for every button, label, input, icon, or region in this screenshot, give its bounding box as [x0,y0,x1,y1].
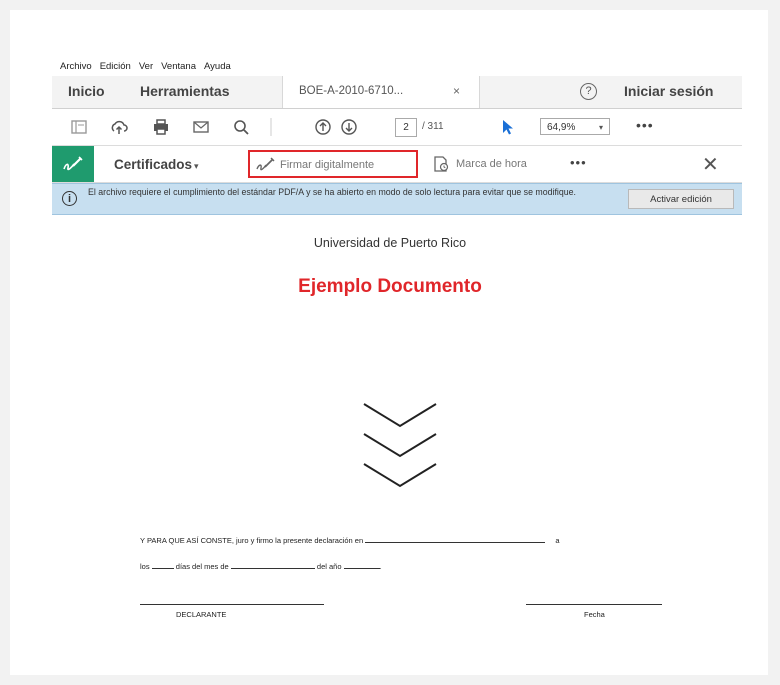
firmar-digitalmente-button[interactable]: Firmar digitalmente [248,150,418,178]
line2-period: . [379,562,382,571]
document-title: Ejemplo Documento [298,276,482,297]
pdfa-info-bar: i El archivo requiere el cumplimiento de… [52,183,742,215]
firmar-label: Firmar digitalmente [280,159,375,171]
declarante-signature-line [140,604,324,605]
certificados-label: Certificados [114,157,193,172]
email-icon[interactable] [192,118,210,136]
tab-inicio[interactable]: Inicio [68,83,105,99]
line2-dias: días del mes de [175,562,229,571]
tab-close-icon[interactable]: × [453,84,460,98]
signin-button[interactable]: Iniciar sesión [624,83,713,99]
chevron-down-icon: ▾ [194,161,199,171]
sign-pen-icon [256,157,275,171]
menu-ayuda[interactable]: Ayuda [204,61,231,72]
line2-ano: del año [316,562,342,571]
declaration-text: Y PARA QUE ASÍ CONSTE, juro y firmo la p… [140,536,364,545]
line2-los: los [140,562,150,571]
print-icon[interactable] [152,118,170,136]
search-icon[interactable] [232,118,250,136]
close-icon[interactable]: ✕ [702,152,719,177]
chevron-down-icon [363,403,437,488]
zoom-value: 64,9% [547,122,576,133]
toolbar-divider [270,118,272,136]
page-total: / 311 [422,121,444,132]
tab-bar: Inicio Herramientas BOE-A-2010-6710... ×… [52,76,742,109]
year-blank [343,560,380,569]
chevron-down-icon: ▾ [598,123,603,132]
more-options-button[interactable]: ••• [570,155,587,170]
menu-bar: Archivo Edición Ver Ventana Ayuda [52,58,750,75]
menu-ver[interactable]: Ver [139,61,153,72]
info-message: El archivo requiere el cumplimiento del … [88,187,577,197]
help-icon[interactable]: ? [580,83,597,100]
menu-ventana[interactable]: Ventana [161,61,196,72]
signature-pen-icon [63,156,83,171]
place-blank [365,534,546,543]
certificates-toolbar: Certificados ▾ Firmar digitalmente Marca … [52,146,742,183]
zoom-select[interactable]: 64,9% ▾ [540,118,610,135]
day-blank [151,560,174,569]
info-icon: i [62,191,77,206]
select-cursor-icon[interactable] [498,118,516,136]
menu-archivo[interactable]: Archivo [60,61,92,72]
page-down-icon[interactable] [340,118,358,136]
university-heading: Universidad de Puerto Rico [313,236,467,250]
page-number-input[interactable]: 2 [395,118,417,137]
fecha-signature-line [526,604,662,605]
declaration-line-2: los días del mes de del año . [140,560,382,571]
activar-edicion-button[interactable]: Activar edición [628,189,734,209]
declaration-line-1: Y PARA QUE ASÍ CONSTE, juro y firmo la p… [140,534,560,545]
certificados-dropdown[interactable]: Certificados ▾ [114,157,199,172]
certificates-tool-tile[interactable] [52,146,94,182]
create-pdf-icon[interactable] [70,118,88,136]
marca-de-hora-button[interactable]: Marca de hora [456,158,527,170]
acrobat-window: Archivo Edición Ver Ventana Ayuda Inicio… [52,58,750,222]
more-tools-button[interactable]: ••• [636,117,654,133]
fecha-label: Fecha [584,610,605,619]
menu-edicion[interactable]: Edición [100,61,131,72]
timestamp-icon[interactable] [432,155,450,173]
tab-document-label: BOE-A-2010-6710... [299,85,404,97]
declaration-suffix: a [555,536,560,545]
tab-herramientas[interactable]: Herramientas [140,83,230,99]
month-blank [230,560,315,569]
cloud-upload-icon[interactable] [110,118,128,136]
declarante-label: DECLARANTE [176,610,227,619]
page-up-icon[interactable] [314,118,332,136]
main-toolbar: 2 / 311 64,9% ▾ ••• [52,109,742,146]
tab-document[interactable]: BOE-A-2010-6710... × [282,76,480,108]
